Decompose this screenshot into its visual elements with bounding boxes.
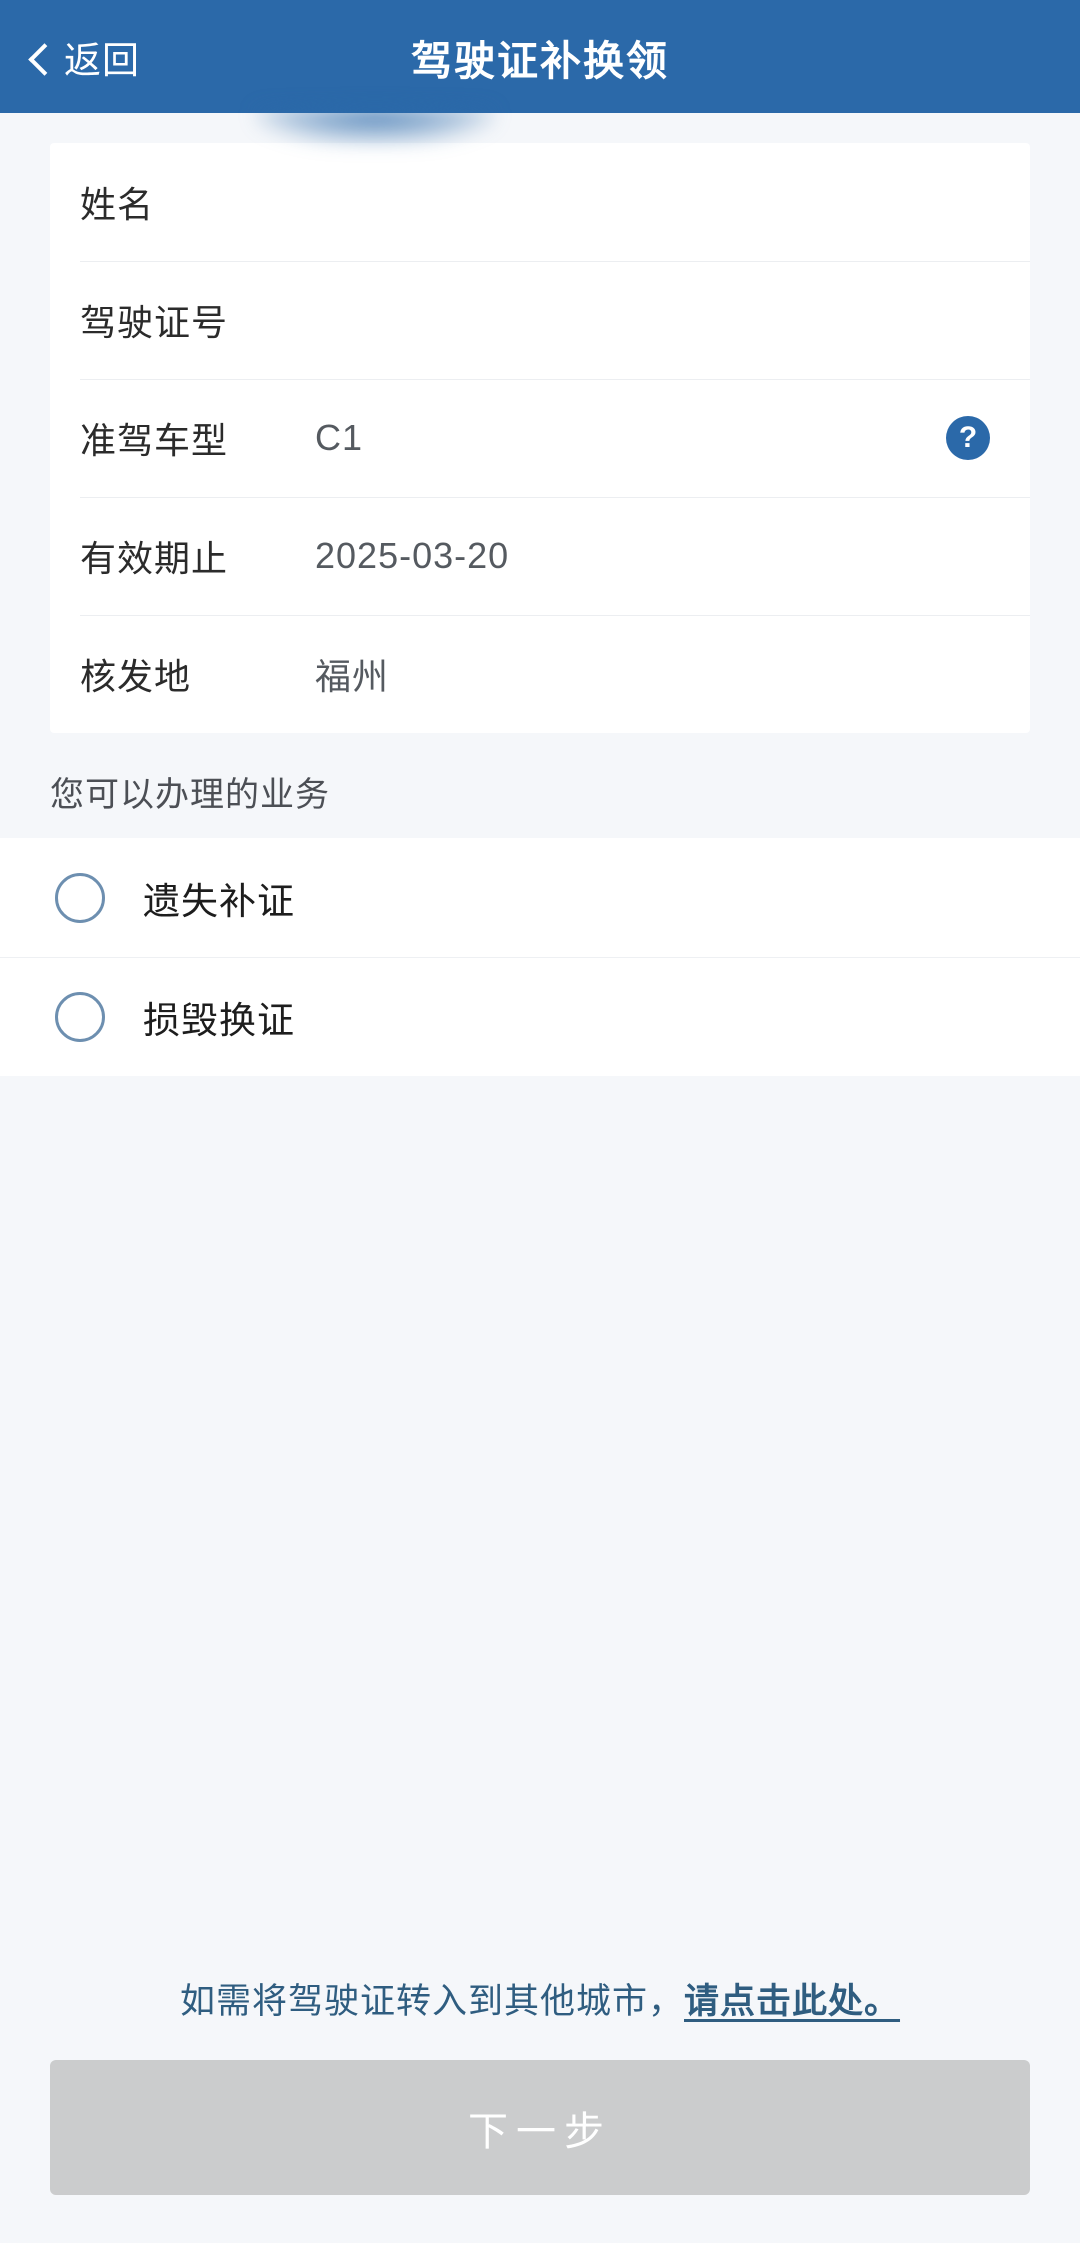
- field-row-vehicle-class: 准驾车型 C1 ?: [50, 379, 1030, 497]
- app-header: 返回 驾驶证补换领: [0, 0, 1080, 113]
- field-row-name: 姓名: [50, 143, 1030, 261]
- transfer-link[interactable]: 请点击此处。: [684, 1982, 900, 2021]
- app-screen: 返回 驾驶证补换领 姓名 驾驶证号 准驾车型 C1 ? 有效期止 2025-03…: [0, 0, 1080, 2243]
- field-label: 准驾车型: [80, 412, 315, 464]
- chevron-left-icon: [26, 45, 50, 69]
- field-row-expiry-date: 有效期止 2025-03-20: [50, 497, 1030, 615]
- next-step-button[interactable]: 下一步: [50, 2060, 1030, 2195]
- watermark-smudge: [255, 108, 495, 144]
- help-icon[interactable]: ?: [946, 416, 990, 460]
- license-info-card: 姓名 驾驶证号 准驾车型 C1 ? 有效期止 2025-03-20 核发地 福州: [50, 143, 1030, 733]
- field-row-license-number: 驾驶证号: [50, 261, 1030, 379]
- footer-actions: 下一步: [0, 2060, 1080, 2243]
- field-value: 福州: [315, 648, 990, 700]
- field-label: 核发地: [80, 648, 315, 700]
- services-heading: 您可以办理的业务: [0, 733, 1080, 838]
- back-button-label: 返回: [64, 30, 140, 84]
- field-value: 2025-03-20: [315, 535, 990, 577]
- services-option-list: 遗失补证 损毁换证: [0, 838, 1080, 1076]
- option-label: 损毁换证: [143, 990, 295, 1044]
- radio-button-icon[interactable]: [55, 873, 105, 923]
- back-button[interactable]: 返回: [26, 30, 140, 84]
- radio-button-icon[interactable]: [55, 992, 105, 1042]
- option-row-damaged-replacement[interactable]: 损毁换证: [0, 957, 1080, 1076]
- field-value: C1: [315, 417, 946, 459]
- transfer-note-text: 如需将驾驶证转入到其他城市，: [180, 1982, 684, 2021]
- field-label: 姓名: [80, 176, 315, 228]
- option-label: 遗失补证: [143, 871, 295, 925]
- transfer-note: 如需将驾驶证转入到其他城市，请点击此处。: [0, 1973, 1080, 2060]
- field-row-issuing-place: 核发地 福州: [50, 615, 1030, 733]
- option-row-lost-replacement[interactable]: 遗失补证: [0, 838, 1080, 957]
- page-title: 驾驶证补换领: [0, 27, 1080, 87]
- field-label: 驾驶证号: [80, 294, 315, 346]
- field-label: 有效期止: [80, 530, 315, 582]
- content-spacer: [0, 1076, 1080, 1973]
